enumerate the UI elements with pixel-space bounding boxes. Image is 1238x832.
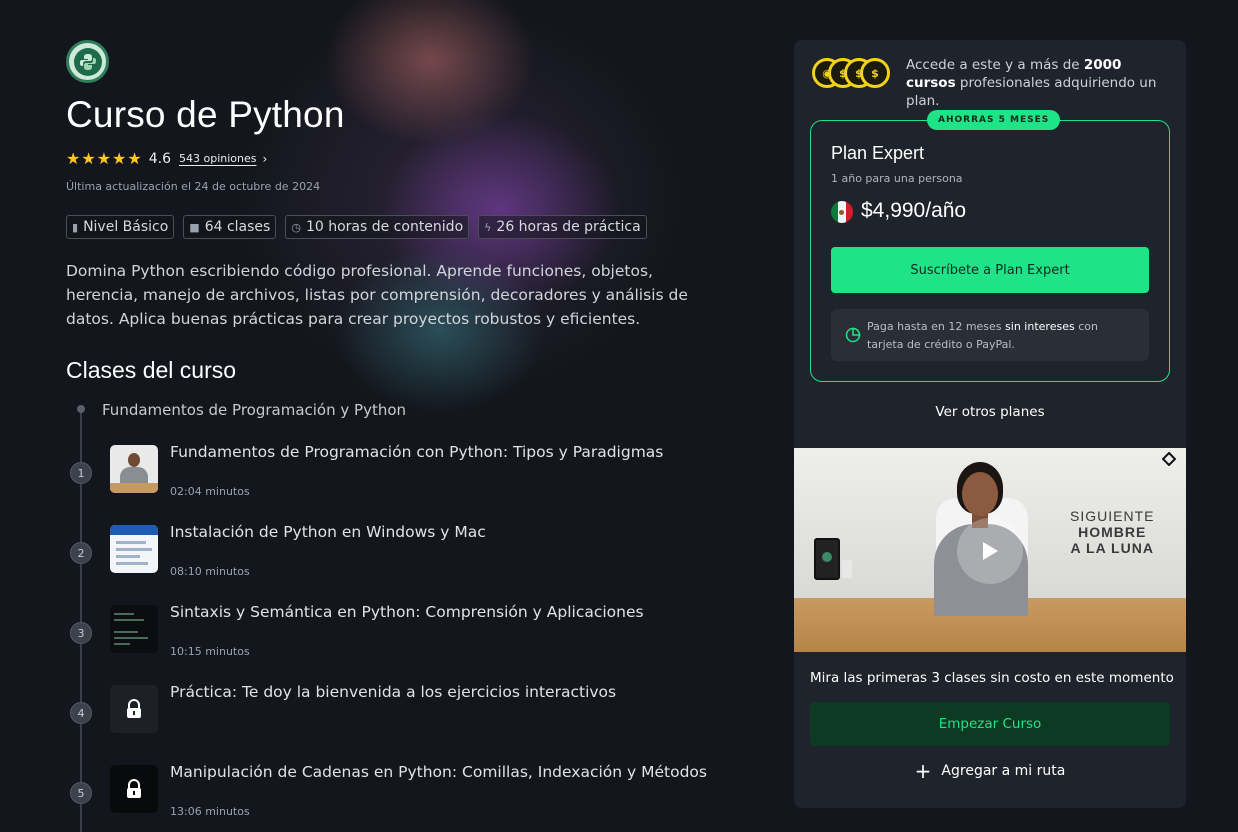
start-course-button[interactable]: Empezar Curso <box>810 702 1170 746</box>
other-plans-link[interactable]: Ver otros planes <box>794 404 1186 420</box>
course-badges: ▮ Nivel Básico ■ 64 clases ◷ 10 horas de… <box>66 215 647 239</box>
module-title[interactable]: Fundamentos de Programación y Python <box>102 401 406 419</box>
mexico-flag-icon <box>831 201 853 223</box>
lesson-title[interactable]: Fundamentos de Programación con Python: … <box>170 443 663 461</box>
lesson-number: 5 <box>70 782 92 804</box>
video-slogan: SIGUIENTE HOMBRE A LA LUNA <box>1070 508 1155 556</box>
play-icon <box>983 542 998 560</box>
savings-badge: AHORRAS 5 MESES <box>927 110 1061 130</box>
lesson-item[interactable]: 2 Instalación de Python en Windows y Mac… <box>66 523 726 585</box>
lesson-item[interactable]: 5 Manipulación de Cadenas en Python: Com… <box>66 763 726 825</box>
clock-icon: ◷ <box>291 220 301 234</box>
chevron-right-icon[interactable]: › <box>262 152 267 166</box>
badge-practice: ϟ 26 horas de práctica <box>478 215 647 239</box>
add-to-route-button[interactable]: + Agregar a mi ruta <box>794 760 1186 782</box>
lesson-number: 1 <box>70 462 92 484</box>
lesson-thumbnail[interactable] <box>110 605 158 653</box>
badge-hours: ◷ 10 horas de contenido <box>285 215 470 239</box>
lesson-number: 2 <box>70 542 92 564</box>
module-dot <box>77 405 85 413</box>
python-course-logo <box>66 40 109 83</box>
plan-price: $4,990/año <box>861 199 967 222</box>
coins-icon: ◉ $ $ $ <box>812 58 892 90</box>
rating-stars-icon: ★★★★★ <box>66 149 143 168</box>
lesson-number: 4 <box>70 702 92 724</box>
lesson-title[interactable]: Manipulación de Cadenas en Python: Comil… <box>170 763 707 781</box>
lesson-duration: 02:04 minutos <box>170 485 250 498</box>
lesson-thumbnail[interactable] <box>110 685 158 733</box>
plan-expert-box[interactable]: AHORRAS 5 MESES Plan Expert 1 año para u… <box>810 110 1170 382</box>
plus-icon: + <box>914 759 932 783</box>
lesson-thumbnail[interactable] <box>110 525 158 573</box>
lesson-title[interactable]: Práctica: Te doy la bienvenida a los eje… <box>170 683 616 701</box>
plan-card: ◉ $ $ $ Accede a este y a más de 2000 cu… <box>794 40 1186 808</box>
lesson-number: 3 <box>70 622 92 644</box>
lesson-item[interactable]: 3 Sintaxis y Semántica en Python: Compre… <box>66 603 726 665</box>
lesson-duration: 13:06 minutos <box>170 805 250 818</box>
lock-icon <box>127 699 141 718</box>
course-rating: ★★★★★ 4.6 543 opiniones › <box>66 149 267 168</box>
lesson-duration: 08:10 minutos <box>170 565 250 578</box>
preview-video[interactable]: SIGUIENTE HOMBRE A LA LUNA <box>794 448 1186 652</box>
plan-name: Plan Expert <box>831 143 925 163</box>
platzi-logo-icon <box>1162 452 1176 466</box>
last-updated: Última actualización el 24 de octubre de… <box>66 180 321 193</box>
play-button[interactable] <box>957 518 1023 584</box>
course-title: Curso de Python <box>66 94 345 135</box>
lock-icon <box>127 779 141 798</box>
level-icon: ▮ <box>72 220 79 234</box>
pie-chart-icon <box>845 327 861 343</box>
rating-value: 4.6 <box>148 150 171 167</box>
subscribe-button[interactable]: Suscríbete a Plan Expert <box>831 247 1149 293</box>
badge-level: ▮ Nivel Básico <box>66 215 175 239</box>
lesson-title[interactable]: Instalación de Python en Windows y Mac <box>170 523 486 541</box>
classes-heading: Clases del curso <box>66 357 237 383</box>
lesson-item[interactable]: 4 Práctica: Te doy la bienvenida a los e… <box>66 683 726 745</box>
badge-classes: ■ 64 clases <box>183 215 277 239</box>
installments-info: Paga hasta en 12 meses sin intereses con… <box>831 309 1149 361</box>
lesson-duration: 10:15 minutos <box>170 645 250 658</box>
classes-icon: ■ <box>189 220 200 234</box>
lesson-item[interactable]: 1 Fundamentos de Programación con Python… <box>66 443 726 505</box>
bolt-icon: ϟ <box>484 220 492 234</box>
free-classes-text: Mira las primeras 3 clases sin costo en … <box>810 670 1174 686</box>
reviews-link[interactable]: 543 opiniones <box>179 152 257 165</box>
lesson-title[interactable]: Sintaxis y Semántica en Python: Comprens… <box>170 603 644 621</box>
plan-access-text: Accede a este y a más de 2000 cursos pro… <box>906 57 1157 109</box>
course-description: Domina Python escribiendo código profesi… <box>66 262 688 328</box>
lesson-thumbnail[interactable] <box>110 445 158 493</box>
lesson-thumbnail[interactable] <box>110 765 158 813</box>
plan-subtitle: 1 año para una persona <box>831 172 963 185</box>
